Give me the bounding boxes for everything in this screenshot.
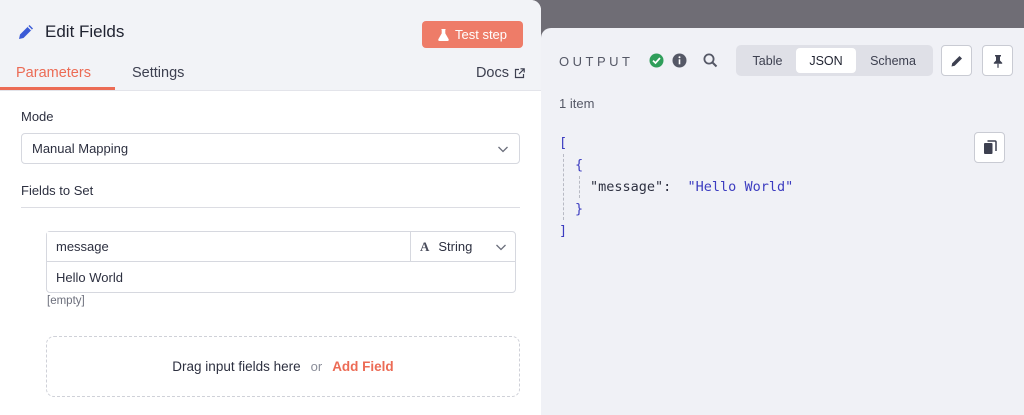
fields-to-set-label: Fields to Set — [21, 183, 94, 198]
add-field-button[interactable]: Add Field — [332, 359, 394, 374]
field-assignment: A String — [46, 231, 516, 293]
drop-zone[interactable]: Drag input fields here or Add Field — [46, 336, 520, 397]
copy-icon — [983, 140, 997, 155]
mode-label: Mode — [21, 109, 54, 124]
view-tab-schema[interactable]: Schema — [856, 48, 930, 73]
item-count: 1 item — [559, 96, 595, 111]
tab-parameters[interactable]: Parameters — [16, 65, 91, 81]
json-output: [ { "message": "Hello World" } ] — [559, 132, 793, 242]
node-header: Edit Fields Test step Parameters Setting… — [0, 0, 541, 91]
info-icon[interactable] — [672, 53, 687, 68]
external-link-icon — [514, 67, 525, 79]
test-step-label: Test step — [454, 27, 508, 42]
string-type-icon: A — [420, 238, 430, 254]
copy-output-button[interactable] — [974, 132, 1005, 163]
node-title-row: Edit Fields — [16, 22, 124, 42]
field-name-input[interactable] — [47, 232, 411, 262]
json-line: [ — [559, 135, 568, 151]
docs-link[interactable]: Docs — [476, 65, 525, 81]
output-view-toggle: Table JSON Schema — [736, 45, 933, 76]
view-tab-json[interactable]: JSON — [796, 48, 856, 73]
output-panel: OUTPUT Table JSON Schema 1 item [{"mes… — [541, 28, 1024, 415]
output-title: OUTPUT — [559, 54, 634, 69]
pin-data-button[interactable] — [982, 45, 1013, 76]
test-step-button[interactable]: Test step — [422, 21, 523, 48]
json-line: { — [575, 157, 584, 173]
mode-value: Manual Mapping — [32, 141, 129, 156]
view-tab-table[interactable]: Table — [739, 48, 796, 73]
json-line: ] — [559, 223, 568, 239]
pencil-icon — [950, 54, 964, 68]
field-type-select[interactable]: A String — [411, 232, 515, 262]
json-line: } — [575, 201, 584, 217]
drop-text: Drag input fields here — [172, 359, 301, 374]
field-value-input[interactable] — [47, 263, 515, 292]
edit-output-button[interactable] — [941, 45, 972, 76]
field-type-value: String — [438, 239, 473, 254]
or-text: or — [310, 359, 323, 374]
docs-label: Docs — [475, 65, 509, 81]
field-value-hint: [empty] — [47, 295, 85, 307]
node-title[interactable]: Edit Fields — [45, 22, 124, 42]
success-check-icon — [649, 53, 664, 68]
mode-select[interactable]: Manual Mapping — [21, 133, 520, 164]
search-icon[interactable] — [703, 53, 718, 68]
json-line: "message": "Hello World" — [590, 179, 794, 195]
chevron-down-icon — [497, 143, 509, 155]
pin-icon — [991, 54, 1005, 68]
chevron-down-icon — [495, 241, 507, 253]
pencil-icon — [16, 22, 36, 42]
section-divider — [21, 207, 520, 208]
tab-settings[interactable]: Settings — [132, 65, 184, 81]
active-tab-indicator — [0, 87, 115, 90]
flask-icon — [438, 28, 449, 41]
node-parameters-panel: Edit Fields Test step Parameters Setting… — [0, 0, 541, 415]
